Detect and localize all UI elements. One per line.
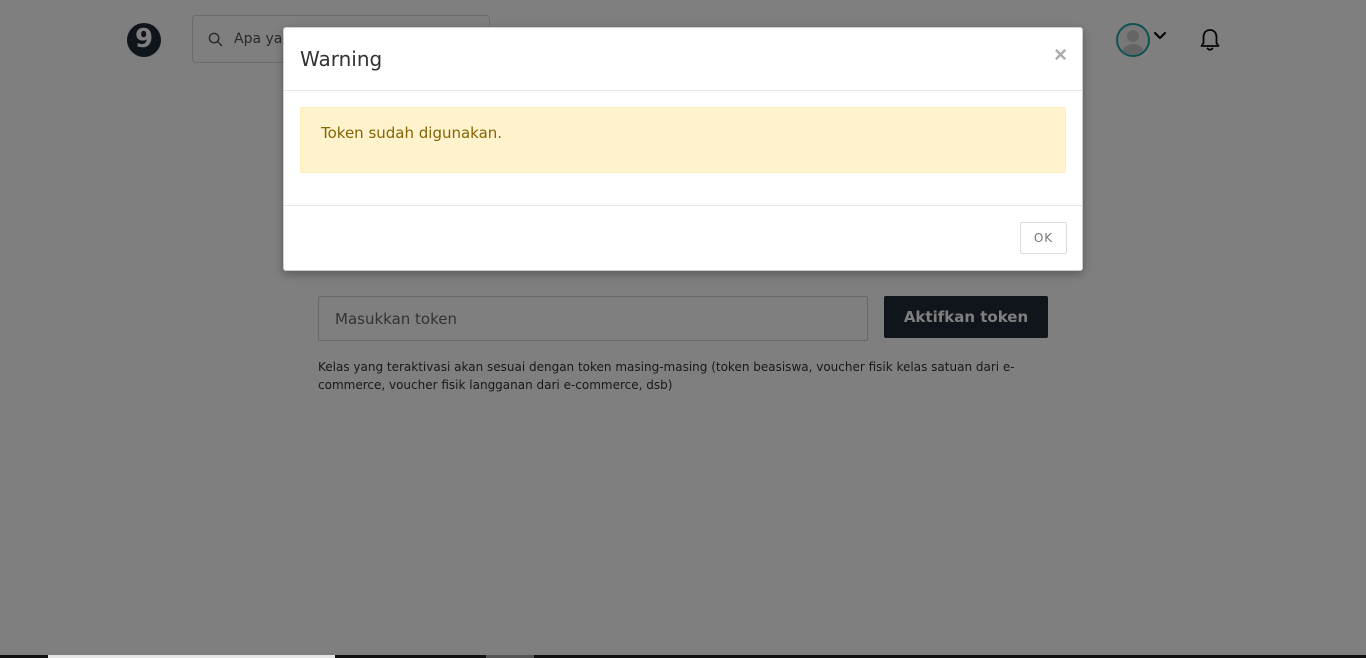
- ok-button[interactable]: OK: [1020, 222, 1067, 254]
- modal-header: Warning ×: [284, 28, 1082, 91]
- modal-title: Warning: [300, 47, 383, 71]
- modal-footer: OK: [284, 205, 1082, 270]
- page: 9 Apa yang ingin kamu pelajari? Aktifkan…: [0, 0, 1366, 658]
- alert-message: Token sudah digunakan.: [321, 124, 503, 142]
- warning-alert: Token sudah digunakan.: [300, 107, 1066, 173]
- close-icon[interactable]: ×: [1054, 44, 1067, 66]
- warning-modal: Warning × Token sudah digunakan. OK: [283, 27, 1083, 271]
